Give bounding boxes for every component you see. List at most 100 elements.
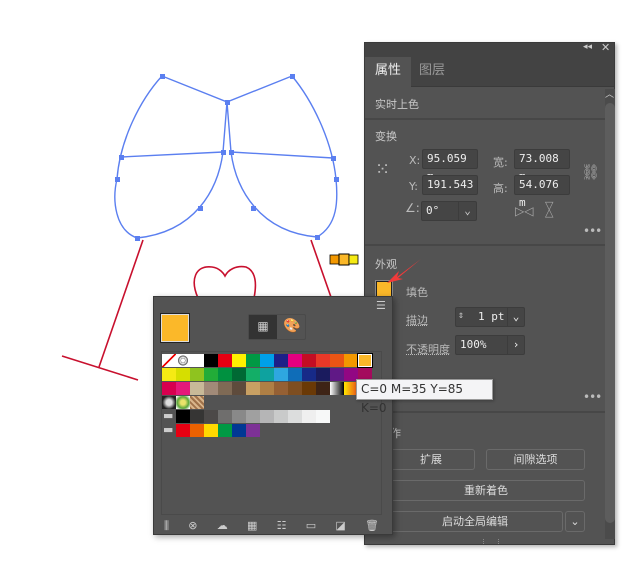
chevron-down-icon[interactable]: ⌄ — [507, 308, 524, 326]
swatch[interactable] — [316, 382, 330, 395]
swatch[interactable] — [190, 354, 204, 367]
collapse-icon[interactable]: ◂◂ — [583, 42, 592, 52]
swatch[interactable] — [218, 368, 232, 381]
gap-options-button[interactable]: 间隙选项 — [486, 449, 585, 470]
swatch[interactable] — [176, 354, 190, 367]
swatch[interactable] — [190, 382, 204, 395]
swatch[interactable] — [316, 354, 330, 367]
recolor-button[interactable]: 重新着色 — [387, 480, 585, 501]
global-edit-button[interactable]: 启动全局编辑 — [387, 511, 563, 532]
swatch-grid-view-icon[interactable]: ▦ — [249, 315, 277, 339]
swatch[interactable] — [260, 368, 274, 381]
y-input[interactable]: 191.543 — [422, 175, 478, 195]
new-color-group-icon[interactable]: ▭ — [306, 519, 316, 533]
opacity-label[interactable]: 不透明度 — [406, 341, 450, 357]
swatch[interactable] — [176, 396, 190, 409]
swatch[interactable] — [260, 382, 274, 395]
swatch[interactable] — [190, 368, 204, 381]
swatch[interactable] — [330, 368, 344, 381]
swatch[interactable] — [162, 382, 176, 395]
swatch-group-color[interactable] — [218, 424, 232, 437]
swatch[interactable] — [190, 396, 204, 409]
swatch[interactable] — [274, 354, 288, 367]
swatch[interactable] — [274, 368, 288, 381]
swatch-gray[interactable] — [316, 410, 330, 423]
swatch-gray[interactable] — [190, 410, 204, 423]
swatch[interactable] — [357, 353, 373, 368]
swatch-group-color[interactable] — [246, 424, 260, 437]
swatch-group-color[interactable] — [232, 424, 246, 437]
more-options-icon[interactable]: ••• — [583, 390, 602, 404]
swatch[interactable] — [232, 368, 246, 381]
more-options-icon[interactable]: ••• — [583, 224, 602, 238]
swatch[interactable] — [302, 368, 316, 381]
height-input[interactable]: 54.076 m — [514, 175, 570, 209]
link-proportions-icon[interactable]: ⛓ — [581, 163, 600, 181]
stroke-weight-input[interactable]: ⇕ 1 pt ⌄ — [455, 307, 525, 327]
swatch[interactable] — [274, 382, 288, 395]
swatch[interactable] — [330, 382, 344, 395]
swatch[interactable] — [288, 354, 302, 367]
swatch[interactable] — [246, 382, 260, 395]
swatch-gray[interactable] — [218, 410, 232, 423]
angle-input[interactable]: 0° ⌄ — [421, 201, 477, 221]
resize-grip-icon[interactable] — [483, 539, 499, 544]
swatch[interactable] — [162, 354, 176, 367]
swatch-gray[interactable] — [274, 410, 288, 423]
opacity-input[interactable]: 100% › — [455, 335, 525, 355]
x-input[interactable]: 95.059 m — [422, 149, 478, 183]
swatch[interactable] — [162, 396, 176, 409]
swatch[interactable] — [218, 354, 232, 367]
flip-horizontal-icon[interactable]: ▷◁ — [515, 204, 533, 218]
swatch-gray[interactable] — [302, 410, 316, 423]
color-group-folder-icon[interactable]: ▬ — [163, 409, 173, 422]
width-input[interactable]: 73.008 m — [514, 149, 570, 183]
expand-button[interactable]: 扩展 — [387, 449, 475, 470]
swatch[interactable] — [302, 354, 316, 367]
swatch[interactable] — [204, 382, 218, 395]
stroke-label[interactable]: 描边 — [406, 312, 428, 328]
swatch[interactable] — [232, 382, 246, 395]
color-group-folder-icon[interactable]: ▬ — [163, 423, 173, 436]
swatch-options-icon[interactable]: ▦ — [247, 519, 257, 533]
swatch-libraries-icon[interactable]: ⫼ — [164, 519, 169, 533]
scroll-up-icon[interactable]: ︿ — [605, 87, 614, 100]
swatch[interactable] — [288, 368, 302, 381]
swatch[interactable] — [204, 354, 218, 367]
swatch-group-color[interactable] — [204, 424, 218, 437]
swatch[interactable] — [176, 382, 190, 395]
swatch-gray[interactable] — [232, 410, 246, 423]
swatch[interactable] — [246, 368, 260, 381]
swatch-gray[interactable] — [204, 410, 218, 423]
new-swatch-icon[interactable]: ◪ — [335, 519, 345, 533]
swatch-group-color[interactable] — [190, 424, 204, 437]
swatch-group-color[interactable] — [176, 424, 190, 437]
tab-properties[interactable]: 属性 — [365, 57, 412, 87]
palette-icon[interactable]: 🎨 — [278, 315, 306, 339]
swatch[interactable] — [316, 368, 330, 381]
swatch[interactable] — [218, 382, 232, 395]
swatch[interactable] — [260, 354, 274, 367]
swatch-gray[interactable] — [176, 410, 190, 423]
swatch-gray[interactable] — [260, 410, 274, 423]
chevron-right-icon[interactable]: › — [507, 336, 524, 354]
swatch-gray[interactable] — [288, 410, 302, 423]
swatch[interactable] — [330, 354, 344, 367]
swatch-details-icon[interactable]: ☷ — [277, 519, 287, 533]
show-kinds-icon[interactable]: ⊗ — [188, 519, 197, 533]
swatch[interactable] — [344, 354, 358, 367]
current-fill-swatch[interactable] — [160, 313, 190, 343]
flip-vertical-icon[interactable]: ▽ △ — [545, 200, 553, 218]
global-edit-dropdown[interactable]: ⌄ — [565, 511, 585, 532]
tab-layers[interactable]: 图层 — [409, 57, 455, 87]
swatch[interactable] — [162, 368, 176, 381]
swatch[interactable] — [246, 354, 260, 367]
stepper-icon[interactable]: ⇕ — [458, 307, 464, 325]
swatch-gray[interactable] — [246, 410, 260, 423]
swatch[interactable] — [176, 368, 190, 381]
panel-menu-icon[interactable]: ☰ — [376, 299, 386, 312]
swatch[interactable] — [204, 368, 218, 381]
scrollbar-thumb[interactable] — [605, 103, 615, 523]
chevron-down-icon[interactable]: ⌄ — [458, 202, 476, 220]
reference-point-icon[interactable]: ⁙ — [375, 161, 390, 179]
